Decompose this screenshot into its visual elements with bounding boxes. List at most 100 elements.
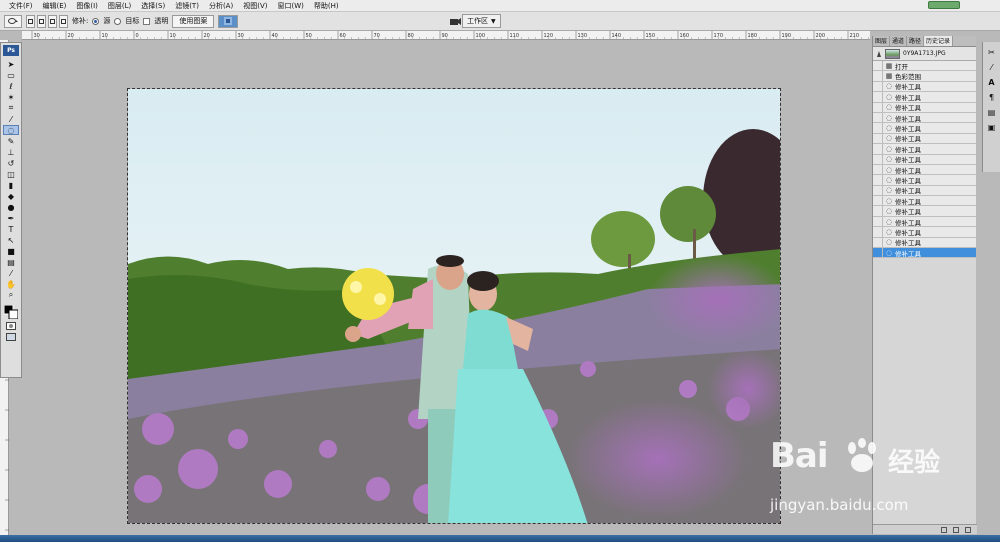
history-source-slot[interactable]: [873, 123, 883, 134]
gradient-icon[interactable]: ▮: [3, 180, 19, 190]
history-item[interactable]: ◌ 修补工具: [873, 247, 976, 259]
history-item[interactable]: ◌ 修补工具: [873, 154, 976, 165]
history-source-slot[interactable]: [873, 71, 883, 82]
history-item[interactable]: ◌ 修补工具: [873, 81, 976, 93]
menu-view[interactable]: 视图(V): [238, 0, 272, 12]
history-source-slot[interactable]: [873, 226, 883, 237]
path-select-icon[interactable]: ↖: [3, 235, 19, 245]
shape-icon[interactable]: ■: [3, 246, 19, 256]
new-selection-button[interactable]: [26, 14, 35, 28]
history-item[interactable]: ◌ 修补工具: [873, 102, 976, 113]
paragraph-icon[interactable]: ¶: [986, 92, 998, 102]
history-item[interactable]: ◌ 修补工具: [873, 206, 976, 217]
tab-layers[interactable]: 图层: [873, 36, 891, 46]
menu-layer[interactable]: 图层(L): [103, 0, 136, 12]
history-source-slot[interactable]: [873, 237, 883, 248]
tab-channels[interactable]: 通道: [890, 36, 908, 46]
magic-wand-icon[interactable]: ✶: [3, 92, 19, 102]
history-source-slot[interactable]: [873, 133, 883, 144]
menu-select[interactable]: 选择(S): [136, 0, 170, 12]
eyedropper2-icon[interactable]: ⁄: [3, 268, 19, 278]
history-source-slot[interactable]: [873, 91, 883, 102]
ruler-label: 200: [816, 33, 826, 39]
history-source-slot[interactable]: [873, 175, 883, 185]
intersect-selection-button[interactable]: [59, 14, 68, 28]
workspace-dropdown[interactable]: 工作区 ▼: [462, 14, 501, 28]
history-source-slot[interactable]: [873, 143, 883, 154]
history-source-slot[interactable]: [873, 102, 883, 113]
history-source-slot[interactable]: [873, 60, 883, 71]
history-item[interactable]: ▦ 色彩范围: [873, 71, 976, 82]
source-radio[interactable]: [92, 17, 100, 25]
subtract-selection-button[interactable]: [48, 14, 57, 28]
history-item-label: 打开: [895, 62, 908, 71]
history-source-slot[interactable]: [873, 154, 883, 165]
tab-history[interactable]: 历史记录: [924, 36, 954, 46]
hand-icon[interactable]: ✋: [3, 279, 19, 289]
history-source-slot[interactable]: [873, 185, 883, 196]
history-source-slot[interactable]: [873, 164, 883, 175]
clone-source-icon[interactable]: ▣: [986, 122, 998, 132]
tool-preset-picker[interactable]: [4, 14, 22, 28]
history-snapshot[interactable]: 0Y9A1713.JPG: [873, 47, 976, 61]
eyedropper-icon[interactable]: ⁄: [3, 114, 19, 124]
history-item[interactable]: ▦ 打开: [873, 60, 976, 72]
eraser-icon[interactable]: ◫: [3, 169, 19, 179]
history-item[interactable]: ◌ 修补工具: [873, 175, 976, 186]
history-item[interactable]: ◌ 修补工具: [873, 237, 976, 249]
stamp-icon[interactable]: ⊥: [3, 147, 19, 157]
brushes-icon[interactable]: ⁄: [986, 62, 998, 72]
zoom-icon[interactable]: ⌕: [3, 290, 19, 300]
history-item[interactable]: ◌ 修补工具: [873, 123, 976, 134]
patch-icon[interactable]: ◌: [3, 125, 19, 135]
crop-icon[interactable]: ⌗: [3, 103, 19, 113]
character-icon[interactable]: A: [986, 77, 998, 87]
type-icon[interactable]: T: [3, 224, 19, 234]
layer-comps-icon[interactable]: ▤: [986, 107, 998, 117]
destination-radio[interactable]: [114, 17, 122, 25]
history-item[interactable]: ◌ 修补工具: [873, 195, 976, 207]
color-swatches[interactable]: [3, 304, 19, 320]
marquee-icon[interactable]: ▭: [3, 70, 19, 80]
history-item[interactable]: ◌ 修补工具: [873, 133, 976, 145]
transparent-checkbox[interactable]: [143, 17, 151, 25]
menu-window[interactable]: 窗口(W): [272, 0, 308, 12]
history-source-slot[interactable]: [873, 206, 883, 217]
pattern-picker[interactable]: [218, 14, 239, 28]
history-item[interactable]: ◌ 修补工具: [873, 112, 976, 124]
screen-mode-icon[interactable]: [3, 332, 19, 342]
history-item[interactable]: ◌ 修补工具: [873, 143, 976, 155]
blur-icon[interactable]: ◆: [3, 191, 19, 201]
menu-edit[interactable]: 编辑(E): [38, 0, 72, 12]
camera-icon[interactable]: [449, 15, 461, 27]
document-canvas[interactable]: [127, 88, 781, 524]
menu-file[interactable]: 文件(F): [4, 0, 38, 12]
patch-icon: ◌: [885, 238, 893, 247]
history-source-slot[interactable]: [873, 247, 883, 258]
add-selection-button[interactable]: [37, 14, 46, 28]
history-source-slot[interactable]: [873, 112, 883, 123]
pen-icon[interactable]: ✒: [3, 213, 19, 223]
dodge-icon[interactable]: ●: [3, 202, 19, 212]
move-icon[interactable]: ➤: [3, 59, 19, 69]
lasso-icon[interactable]: ℓ: [3, 81, 19, 91]
history-source-slot[interactable]: [873, 216, 883, 227]
history-item[interactable]: ◌ 修补工具: [873, 185, 976, 197]
use-pattern-button[interactable]: 使用图案: [172, 14, 215, 28]
brush-icon[interactable]: ✎: [3, 136, 19, 146]
history-item[interactable]: ◌ 修补工具: [873, 91, 976, 103]
quick-mask-icon[interactable]: [3, 321, 19, 331]
history-item[interactable]: ◌ 修补工具: [873, 226, 976, 238]
history-source-slot[interactable]: [873, 81, 883, 92]
menu-image[interactable]: 图像(I): [71, 0, 103, 12]
history-item[interactable]: ◌ 修补工具: [873, 164, 976, 176]
menu-help[interactable]: 帮助(H): [309, 0, 344, 12]
history-source-slot[interactable]: [873, 195, 883, 206]
history-brush-icon[interactable]: ↺: [3, 158, 19, 168]
tools-preset-icon[interactable]: ✂: [986, 47, 998, 57]
history-item[interactable]: ◌ 修补工具: [873, 216, 976, 228]
menu-analysis[interactable]: 分析(A): [204, 0, 238, 12]
notes-icon[interactable]: ▤: [3, 257, 19, 267]
tab-paths[interactable]: 路径: [907, 36, 925, 46]
menu-filter[interactable]: 滤镜(T): [170, 0, 204, 12]
